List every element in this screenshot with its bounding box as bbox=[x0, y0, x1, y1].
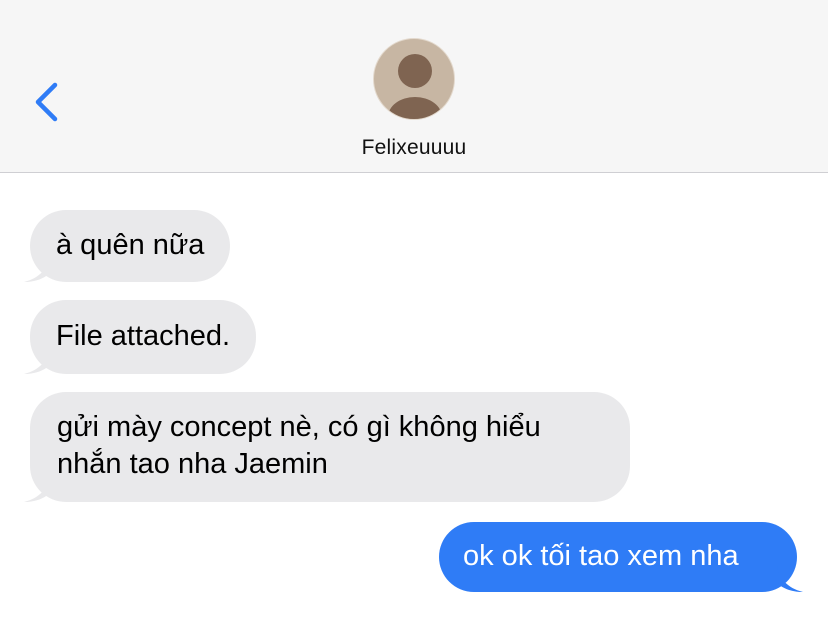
contact-name[interactable]: Felixeuuuu bbox=[0, 136, 828, 160]
avatar[interactable] bbox=[373, 38, 455, 120]
message-bubble-outgoing[interactable]: ok ok tối tao xem nha bbox=[439, 522, 803, 592]
message-text: ok ok tối tao xem nha bbox=[463, 540, 739, 572]
bubble-tail bbox=[24, 348, 50, 374]
message-bubble-incoming[interactable]: File attached. bbox=[24, 300, 257, 374]
back-button[interactable] bbox=[28, 80, 68, 124]
conversation-header: Felixeuuuu bbox=[0, 0, 828, 173]
bubble-tail bbox=[24, 476, 50, 502]
bubble-tail bbox=[24, 256, 50, 282]
message-thread: à quên nữa File attached. gửi mày concep… bbox=[0, 174, 828, 623]
message-text: à quên nữa bbox=[56, 229, 205, 261]
message-text: File attached. bbox=[56, 320, 231, 352]
message-bubble-incoming[interactable]: à quên nữa bbox=[24, 210, 231, 282]
message-bubble-incoming[interactable]: gửi mày concept nè, có gì không hiểu nhắ… bbox=[24, 392, 630, 502]
message-text: gửi mày concept nè, có gì không hiểu nhắ… bbox=[57, 411, 541, 480]
chevron-left-icon bbox=[35, 82, 58, 122]
person-silhouette-icon bbox=[388, 54, 442, 119]
bubble-tail bbox=[777, 566, 803, 592]
